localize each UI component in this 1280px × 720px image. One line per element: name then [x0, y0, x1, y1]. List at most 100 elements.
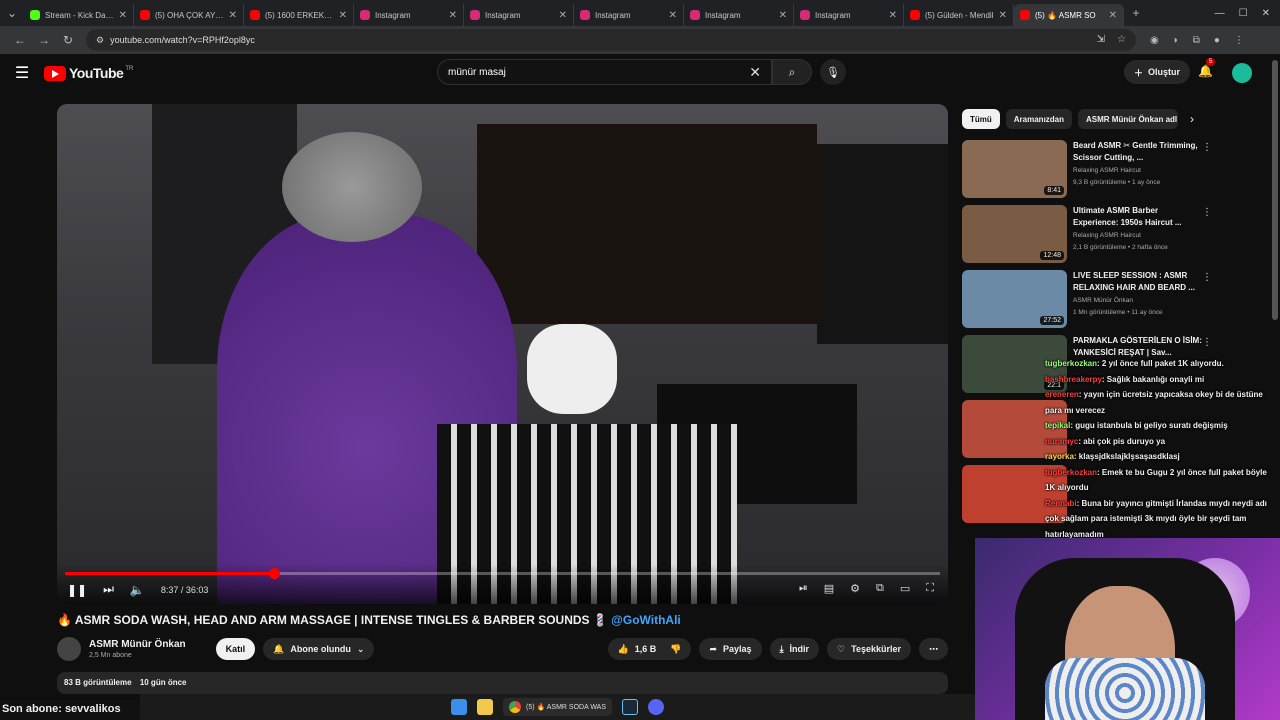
subtitles-icon[interactable]: ▤: [824, 582, 834, 595]
recommendation-item[interactable]: 27:52 LIVE SLEEP SESSION : ASMR RELAXING …: [962, 270, 1220, 330]
join-button[interactable]: Katıl: [215, 638, 256, 660]
tab-close-icon[interactable]: ✕: [339, 10, 347, 21]
chip-all[interactable]: Tümü: [962, 109, 1000, 129]
browser-tab[interactable]: (5) 🔥 ASMR SO ✕: [1014, 4, 1124, 26]
autoplay-toggle-icon[interactable]: ⏯: [799, 582, 808, 595]
search-input[interactable]: münür masaj ✕: [437, 59, 772, 85]
browser-tab[interactable]: (5) Gülden - Mendil ✕: [904, 4, 1014, 26]
tab-close-icon[interactable]: ✕: [449, 10, 457, 21]
omnibox[interactable]: ⚙ youtube.com/watch?v=RPHf2opl8yc ⇲ ☆: [86, 29, 1136, 51]
tab-close-icon[interactable]: ✕: [779, 10, 787, 21]
more-actions-button[interactable]: ⋯: [919, 638, 948, 660]
bookmark-star-icon[interactable]: ☆: [1117, 34, 1126, 46]
profile-icon[interactable]: ●: [1214, 35, 1220, 46]
share-button[interactable]: ➦ Paylaş: [699, 638, 762, 660]
channel-avatar[interactable]: [57, 637, 81, 661]
page-scrollbar[interactable]: [1272, 60, 1278, 320]
settings-gear-icon[interactable]: ⚙: [850, 582, 860, 595]
puzzle-icon[interactable]: ⧉: [1193, 35, 1200, 46]
chat-username[interactable]: rayorka: [1045, 452, 1074, 461]
new-tab-button[interactable]: +: [1124, 6, 1148, 20]
account-avatar[interactable]: [1232, 63, 1252, 83]
more-vertical-icon[interactable]: ⋮: [1202, 337, 1212, 348]
browser-tab[interactable]: Instagram ✕: [574, 4, 684, 26]
youtube-logo[interactable]: YouTube TR: [44, 65, 133, 81]
recommendation-title[interactable]: Beard ASMR ✂ Gentle Trimming, Scissor Cu…: [1073, 140, 1203, 164]
create-button[interactable]: ＋ Oluştur: [1124, 60, 1191, 84]
tab-close-icon[interactable]: ✕: [669, 10, 677, 21]
close-window-icon[interactable]: ✕: [1262, 8, 1270, 19]
more-vertical-icon[interactable]: ⋮: [1202, 207, 1212, 218]
video-thumbnail[interactable]: 12:48: [962, 205, 1067, 263]
tab-search-icon[interactable]: ⌄: [0, 6, 24, 20]
fullscreen-icon[interactable]: ⛶: [926, 582, 934, 595]
thanks-button[interactable]: ♡ Teşekkürler: [827, 638, 911, 660]
minimize-icon[interactable]: —: [1215, 8, 1225, 19]
chip-from-search[interactable]: Aramanızdan: [1005, 109, 1073, 129]
windows-start-icon[interactable]: [450, 699, 467, 715]
chat-username[interactable]: bashbreakerpy: [1045, 375, 1102, 384]
clear-search-icon[interactable]: ✕: [749, 64, 761, 81]
miniplayer-icon[interactable]: ⧉: [876, 582, 884, 595]
volume-icon[interactable]: 🔈: [130, 583, 145, 597]
file-explorer-icon[interactable]: [476, 699, 493, 715]
chevron-right-icon[interactable]: ›: [1190, 112, 1194, 126]
kebab-menu-icon[interactable]: ⋮: [1234, 35, 1244, 46]
recommendation-item[interactable]: 12:48 Ultimate ASMR Barber Experience: 19…: [962, 205, 1220, 265]
recommendation-title[interactable]: Ultimate ASMR Barber Experience: 1950s H…: [1073, 205, 1203, 229]
maximize-icon[interactable]: ☐: [1239, 8, 1248, 19]
browser-tab[interactable]: Instagram ✕: [464, 4, 574, 26]
site-info-icon[interactable]: ⚙: [96, 35, 104, 46]
chat-username[interactable]: tugberkozkan: [1045, 468, 1097, 477]
recommendation-item[interactable]: 8:41 Beard ASMR ✂ Gentle Trimming, Scisso…: [962, 140, 1220, 200]
search-button[interactable]: ⌕: [772, 59, 812, 85]
notifications-button[interactable]: 🔔 5: [1198, 58, 1216, 78]
tab-close-icon[interactable]: ✕: [889, 10, 897, 21]
more-vertical-icon[interactable]: ⋮: [1202, 142, 1212, 153]
tab-close-icon[interactable]: ✕: [999, 10, 1007, 21]
thumbs-down-icon[interactable]: 👎: [670, 644, 681, 655]
browser-tab[interactable]: (5) OHA ÇOK AYIP! ✕: [134, 4, 244, 26]
pause-icon[interactable]: ❚❚: [67, 583, 87, 597]
chat-username[interactable]: ereneren: [1045, 390, 1079, 399]
recommendation-channel[interactable]: Relaxing ASMR Haircut: [1073, 166, 1203, 176]
browser-tab[interactable]: Instagram ✕: [684, 4, 794, 26]
recommendation-channel[interactable]: ASMR Münür Önkan: [1073, 296, 1203, 306]
like-button[interactable]: 👍 1,6 B 👎: [607, 638, 692, 660]
browser-tab[interactable]: Stream - Kick Dashb ✕: [24, 4, 134, 26]
theater-mode-icon[interactable]: ▭: [900, 582, 910, 595]
chat-username[interactable]: tugberkozkan: [1045, 359, 1097, 368]
subscribed-button[interactable]: 🔔 Abone olundu ⌄: [263, 638, 375, 660]
recommendation-channel[interactable]: Relaxing ASMR Haircut: [1073, 231, 1203, 241]
tab-close-icon[interactable]: ✕: [559, 10, 567, 21]
download-button[interactable]: ⤓ İndir: [769, 638, 820, 660]
tab-close-icon[interactable]: ✕: [1109, 10, 1117, 21]
install-icon[interactable]: ⇲: [1097, 34, 1105, 46]
back-icon[interactable]: ←: [8, 33, 32, 47]
steam-icon[interactable]: [622, 699, 639, 715]
extension-icon[interactable]: ◗: [1173, 35, 1179, 46]
chrome-taskbar-app[interactable]: (5) 🔥 ASMR SODA WAS: [502, 698, 613, 716]
chip-channel[interactable]: ASMR Münür Önkan adl: [1078, 109, 1179, 129]
video-player[interactable]: ❚❚ ⏭ 🔈 8:37 / 36:03 ⏯ ▤ ⚙ ⧉ ▭ ⛶: [57, 104, 948, 604]
tab-close-icon[interactable]: ✕: [229, 10, 237, 21]
reload-icon[interactable]: ↻: [56, 33, 80, 47]
chat-username[interactable]: nuramyc: [1045, 437, 1078, 446]
more-vertical-icon[interactable]: ⋮: [1202, 272, 1212, 283]
browser-tab[interactable]: Instagram ✕: [354, 4, 464, 26]
voice-search-button[interactable]: 🎙: [820, 59, 846, 85]
video-thumbnail[interactable]: 27:52: [962, 270, 1067, 328]
video-thumbnail[interactable]: 8:41: [962, 140, 1067, 198]
progress-bar[interactable]: [65, 568, 940, 579]
browser-tab[interactable]: Instagram ✕: [794, 4, 904, 26]
description-box[interactable]: 83 B görüntüleme 10 gün önce: [57, 672, 948, 694]
hamburger-menu-icon[interactable]: ☰: [0, 63, 44, 83]
scrubber-handle[interactable]: [269, 568, 281, 579]
extension-icon[interactable]: ◉: [1150, 35, 1159, 46]
discord-icon[interactable]: [648, 699, 665, 715]
tab-close-icon[interactable]: ✕: [119, 10, 127, 21]
channel-name[interactable]: ASMR Münür Önkan: [89, 639, 186, 650]
browser-tab[interactable]: (5) 1600 ERKEKLE B ✕: [244, 4, 354, 26]
chat-username[interactable]: Rennabi: [1045, 499, 1077, 508]
chat-username[interactable]: tepikal: [1045, 421, 1070, 430]
